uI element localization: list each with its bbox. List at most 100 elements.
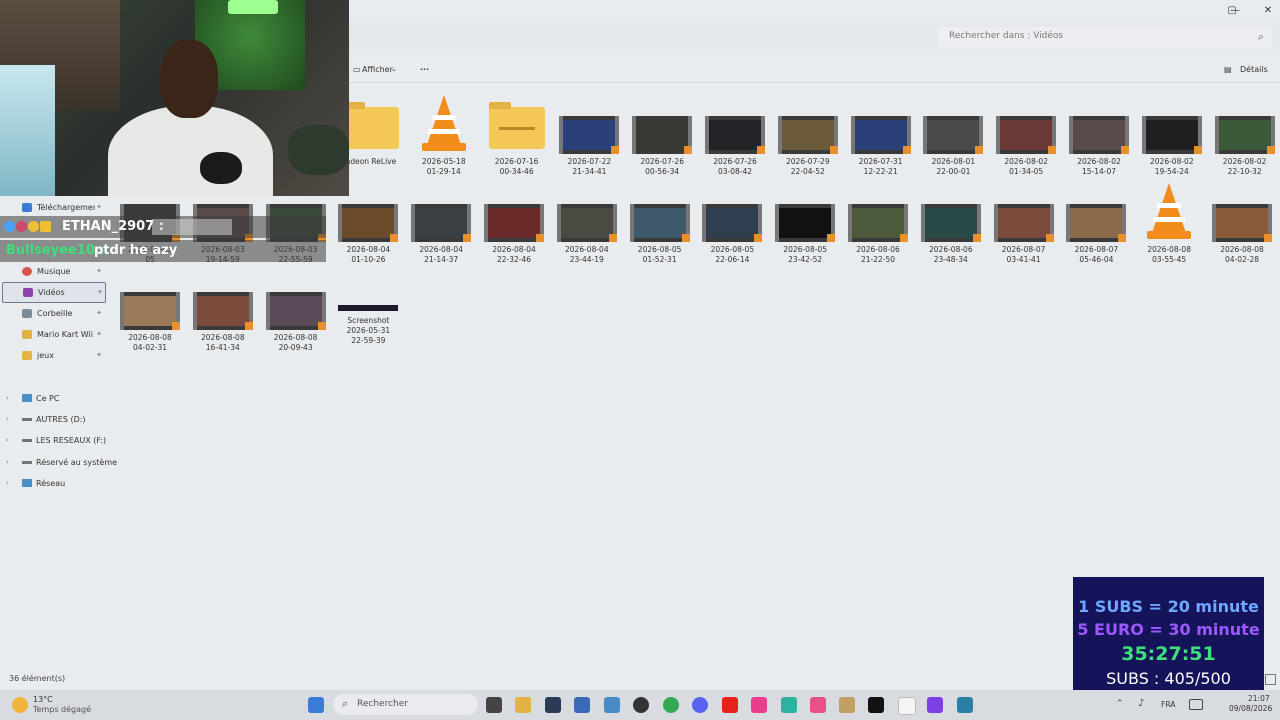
video-thumbnail [993,204,1054,242]
file-item[interactable]: 2026-08-08 04-02-28 [1206,181,1278,264]
file-item[interactable]: 2026-08-02 22-10-32 [1209,93,1280,176]
discord-icon[interactable] [692,697,708,713]
file-name: 2026-08-02 01-34-05 [990,157,1062,177]
file-item[interactable]: 2026-07-26 00-56-34 [626,93,698,176]
sidebar-item-label: Musique [37,267,71,276]
tiktok-icon[interactable] [751,697,767,713]
tree-item-label: Réservé au système [36,458,118,467]
view-toggle-icon[interactable] [1265,674,1276,685]
file-item[interactable]: 2026-08-04 22-32-46 [478,181,550,264]
sidebar-item-music[interactable]: Musique ✦ [2,262,104,281]
file-item[interactable]: 2026-08-01 22-00-01 [917,93,989,176]
file-item[interactable]: 2026-08-07 05-46-04 [1060,181,1132,264]
file-item[interactable]: Screenshot 2026-05-31 22-59-39 [332,269,404,347]
video-thumbnail [996,116,1057,154]
details-button[interactable]: Détails [1240,65,1268,74]
file-name-line: 04-02-31 [132,343,168,352]
taskbar: 13°C Temps dégagé ⌃ ♪ FRA 21:07 09/08/20… [0,690,1280,720]
file-item[interactable]: 2026-07-16 00-34-46 [481,93,553,176]
file-name: 2026-07-26 00-56-34 [626,157,698,177]
steam-icon[interactable] [545,697,561,713]
microphone-icon[interactable]: ♪ [1138,698,1144,709]
file-item[interactable]: 2026-05-18 01-29-14 [408,93,480,176]
mail-icon[interactable] [604,697,620,713]
thumbnail-frame [854,120,907,150]
file-item[interactable]: 2026-08-08 20-09-43 [260,269,332,352]
neon-sign [228,0,278,14]
app-icon[interactable] [957,697,973,713]
sidebar-item-videos[interactable]: Vidéos ✦ [2,282,106,303]
youtube-icon[interactable] [722,697,738,713]
app-icon[interactable] [781,697,797,713]
sidebar-item-downloads[interactable]: Téléchargement ✦ [2,198,104,217]
clock-time[interactable]: 21:07 [1248,694,1270,703]
file-item[interactable]: 2026-08-04 21-14-37 [405,181,477,264]
start-icon[interactable] [308,697,324,713]
sidebar-item-jeux[interactable]: jeux ✦ [2,346,104,365]
file-item[interactable]: 2026-07-22 21-34-41 [553,93,625,176]
file-name-line: 2026-08-02 [1004,157,1048,166]
title-bar: — ▢ ✕ [349,0,1280,22]
file-item[interactable]: 2026-08-08 03-55-45 [1133,181,1205,264]
video-thumbnail [120,292,180,330]
chat-message: ETHAN_2907 : [0,216,326,238]
file-item[interactable]: 2026-08-08 04-02-31 [114,269,186,352]
store-icon[interactable] [574,697,590,713]
app-icon[interactable] [839,697,855,713]
chat-message: Bullseyee10 : ptdr he azy [0,240,326,262]
file-item[interactable]: 2026-07-29 22-04-52 [772,93,844,176]
more-options-button[interactable]: ··· [420,65,429,74]
taskbar-search[interactable]: ⌕ Rechercher [333,694,478,715]
weather-icon[interactable] [12,697,28,713]
file-item[interactable]: 2026-08-05 23-42-52 [769,181,841,264]
maximize-button[interactable]: ▢ [1220,3,1244,19]
epic-games-icon[interactable] [868,697,884,713]
file-item[interactable]: 2026-08-02 19-54-24 [1136,93,1208,176]
task-view-icon[interactable] [486,697,502,713]
sidebar-item-recycle-bin[interactable]: Corbeille ✦ [2,304,104,323]
app-icon[interactable] [927,697,943,713]
close-button[interactable]: ✕ [1256,3,1280,19]
details-pane-icon: ▤ [1224,65,1232,74]
file-item[interactable]: 2026-08-05 01-52-31 [624,181,696,264]
video-thumbnail [1069,116,1129,154]
vlc-badge-icon [1266,146,1275,154]
file-name: 2026-08-02 19-54-24 [1136,157,1208,177]
file-item[interactable]: 2026-08-04 23-44-19 [551,181,623,264]
file-item[interactable]: 2026-08-06 23-48-34 [915,181,987,264]
file-item[interactable]: 2026-07-26 03-08-42 [699,93,771,176]
search-box[interactable]: Rechercher dans : Vidéos ⌕ [938,27,1272,48]
tree-item-network[interactable]: › Réseau [6,476,116,492]
tree-item-drive-d[interactable]: › AUTRES (D:) [6,412,116,428]
obs-icon[interactable] [633,697,649,713]
file-item[interactable]: 2026-08-02 01-34-05 [990,93,1062,176]
chrome-icon[interactable] [663,697,679,713]
chevron-up-icon[interactable]: ⌃ [1116,699,1124,709]
video-thumbnail [702,204,763,242]
thumbnail-frame [269,296,322,326]
badge-icon [40,221,51,232]
tree-item-drive-f[interactable]: › LES RESEAUX (F:) [6,433,116,449]
clock-date[interactable]: 09/08/2026 [1229,704,1272,713]
tree-item-system-reserved[interactable]: › Réservé au système [6,455,118,471]
file-item[interactable]: 2026-08-02 15-14-07 [1063,93,1135,176]
notepad-icon[interactable] [898,697,916,715]
app-icon[interactable] [810,697,826,713]
sidebar-item-mario-kart[interactable]: Mario Kart Wii (F ✦ [2,325,104,344]
file-item[interactable]: 2026-08-08 16-41-34 [187,269,259,352]
search-icon: ⌕ [1257,30,1264,43]
language-indicator[interactable]: FRA [1161,700,1175,709]
view-button[interactable]: Afficher [362,65,393,74]
thumbnail-frame [781,120,834,150]
file-name: 2026-08-08 03-55-45 [1133,245,1205,265]
file-item[interactable]: 2026-08-05 22-06-14 [696,181,768,264]
vlc-badge-icon [244,322,253,330]
tree-item-this-pc[interactable]: › Ce PC [6,391,116,407]
file-item[interactable]: 2026-08-07 03-41-41 [988,181,1060,264]
file-item[interactable]: 2026-08-06 21-22-50 [842,181,914,264]
sidebar-item-label: Téléchargement [37,203,95,212]
file-explorer-icon[interactable] [515,697,531,713]
file-item[interactable]: 2026-07-31 12-22-21 [845,93,917,176]
thumbnail-frame [196,296,249,326]
network-icon[interactable] [1189,699,1203,710]
